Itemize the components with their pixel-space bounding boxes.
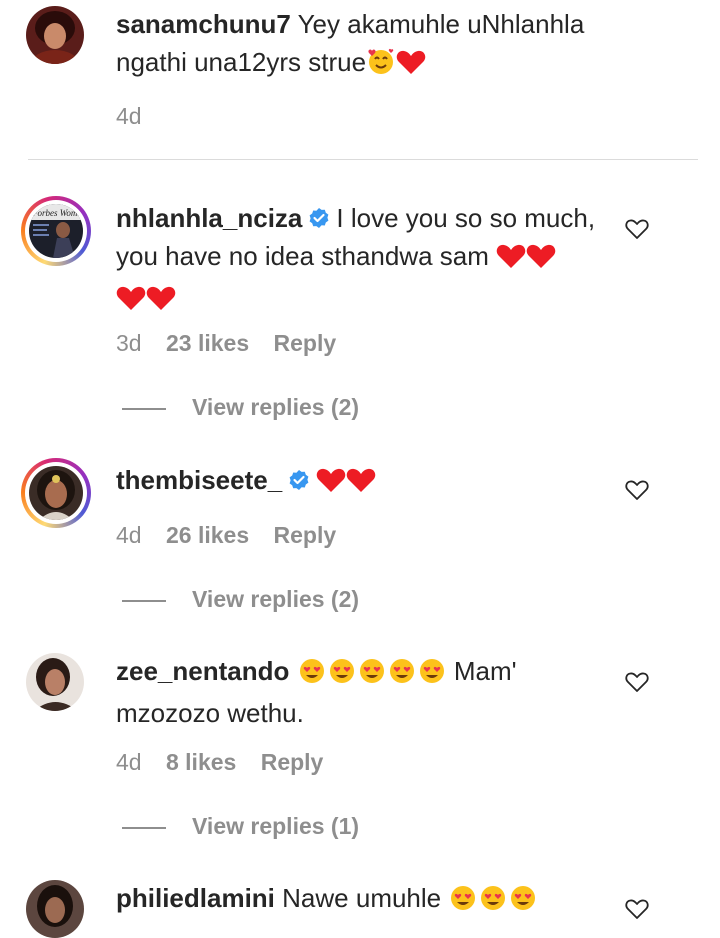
like-heart-icon[interactable]	[625, 479, 649, 501]
reply-button[interactable]: Reply	[274, 522, 337, 548]
divider	[122, 826, 166, 829]
comment-time: 3d	[116, 330, 142, 356]
username[interactable]: nhlanhla_nciza	[116, 203, 302, 233]
view-replies-label: View replies (2)	[192, 586, 360, 612]
avatar[interactable]	[26, 880, 84, 938]
comment-time: 4d	[116, 749, 142, 775]
comment-body-line2: you have no idea sthandwa sam	[116, 241, 489, 271]
heart-eyes-emoji-icon	[417, 656, 447, 694]
view-replies-label: View replies (2)	[192, 394, 360, 420]
red-heart-icon	[316, 465, 346, 503]
divider	[122, 407, 166, 410]
red-heart-icon	[496, 241, 526, 279]
divider	[28, 159, 698, 160]
reply-button[interactable]: Reply	[261, 749, 324, 775]
likes-count[interactable]: 8 likes	[166, 749, 236, 775]
comment-meta: 4d 8 likes Reply	[116, 749, 341, 776]
red-heart-icon	[526, 241, 556, 279]
view-replies-button[interactable]: View replies (2)	[122, 394, 359, 421]
comment-body-line1: Nawe umuhle	[282, 883, 442, 913]
comment-text: sanamchunu7 Yey akamuhle uNhlanhla ngath…	[116, 5, 606, 85]
comment-text: thembiseete_	[116, 461, 606, 503]
comment-meta: 4d	[116, 103, 160, 130]
likes-count[interactable]: 23 likes	[166, 330, 249, 356]
comment-body-line1: I love you so so much,	[336, 203, 596, 233]
likes-count[interactable]: 26 likes	[166, 522, 249, 548]
heart-eyes-emoji-icon	[357, 656, 387, 694]
red-heart-icon	[116, 283, 146, 321]
divider	[122, 599, 166, 602]
comment-meta: 3d 23 likes Reply	[116, 330, 354, 357]
verified-badge-icon	[288, 463, 310, 490]
red-heart-icon	[346, 465, 376, 503]
view-replies-label: View replies (1)	[192, 813, 360, 839]
avatar[interactable]: Forbes Woman	[21, 196, 91, 266]
view-replies-button[interactable]: View replies (1)	[122, 813, 359, 840]
avatar[interactable]	[26, 653, 84, 711]
comment-body-line2: mzozozo wethu.	[116, 698, 304, 728]
username[interactable]: thembiseete_	[116, 465, 282, 495]
comment-text: nhlanhla_nciza I love you so so much, you…	[116, 199, 606, 321]
comment-text: zee_nentando Mam' mzozozo wethu.	[116, 652, 606, 732]
avatar[interactable]	[21, 458, 91, 528]
view-replies-button[interactable]: View replies (2)	[122, 586, 359, 613]
like-heart-icon[interactable]	[625, 218, 649, 240]
reply-button[interactable]: Reply	[274, 330, 337, 356]
comment-meta: 4d 26 likes Reply	[116, 522, 354, 549]
heart-eyes-emoji-icon	[508, 883, 538, 921]
comment-text: philiedlamini Nawe umuhle	[116, 879, 606, 921]
heart-eyes-emoji-icon	[448, 883, 478, 921]
heart-eyes-emoji-icon	[297, 656, 327, 694]
comment-time: 4d	[116, 103, 142, 129]
heart-eyes-emoji-icon	[478, 883, 508, 921]
verified-badge-icon	[308, 201, 330, 228]
avatar[interactable]	[26, 6, 84, 64]
comment-body-line2: ngathi una12yrs strue	[116, 47, 367, 77]
comment-body-line1: Mam'	[453, 656, 517, 686]
like-heart-icon[interactable]	[625, 671, 649, 693]
smiling-face-with-hearts-icon	[366, 47, 396, 85]
comment-body-line1: Yey akamuhle uNhlanhla	[297, 9, 585, 39]
heart-eyes-emoji-icon	[327, 656, 357, 694]
red-heart-icon	[146, 283, 176, 321]
username[interactable]: zee_nentando	[116, 656, 289, 686]
heart-eyes-emoji-icon	[387, 656, 417, 694]
username[interactable]: philiedlamini	[116, 883, 275, 913]
like-heart-icon[interactable]	[625, 898, 649, 920]
red-heart-icon	[396, 47, 426, 85]
username[interactable]: sanamchunu7	[116, 9, 291, 39]
comment-time: 4d	[116, 522, 142, 548]
